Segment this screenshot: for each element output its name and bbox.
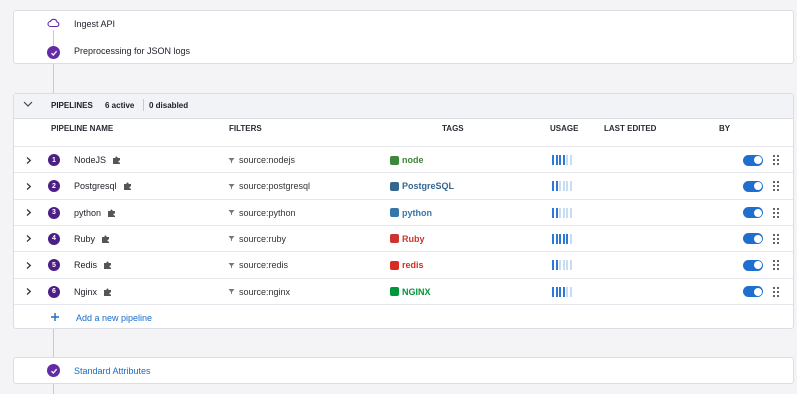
expand-chevron-icon[interactable] (25, 200, 32, 226)
drag-handle-icon[interactable] (773, 207, 779, 218)
filter-icon (228, 147, 235, 173)
pipeline-name[interactable]: Redis (74, 252, 97, 278)
expand-chevron-icon[interactable] (25, 252, 32, 278)
pipeline-filter: source:nginx (239, 286, 291, 297)
check-circle-icon (47, 364, 60, 377)
pipeline-filter: source:redis (239, 260, 289, 271)
table-header: PIPELINE NAME FILTERS TAGS USAGE LAST ED… (14, 124, 793, 138)
expand-chevron-icon[interactable] (25, 279, 32, 305)
integration-puzzle-icon (103, 279, 113, 305)
usage-bars (552, 260, 572, 271)
tag-logo-text: python (402, 207, 432, 218)
disabled-count: 0 disabled (149, 101, 189, 110)
pipeline-number-badge: 3 (48, 206, 60, 219)
col-pipeline-name[interactable]: PIPELINE NAME (51, 124, 113, 133)
pipeline-number-badge: 5 (48, 259, 60, 272)
filter-icon (228, 173, 235, 199)
table-row[interactable]: 5 Redis source:redis redis (14, 251, 793, 278)
drag-handle-icon[interactable] (773, 181, 779, 192)
table-row[interactable]: 3 python source:python python (14, 198, 793, 226)
step-connector-line (53, 384, 54, 394)
tag-logo-image: NGINX (390, 279, 431, 305)
drag-handle-icon[interactable] (773, 260, 779, 271)
integration-puzzle-icon (123, 173, 133, 199)
pipeline-enabled-toggle[interactable] (743, 207, 763, 219)
pipeline-name[interactable]: Ruby (74, 226, 95, 252)
pipeline-filter: source:ruby (239, 233, 287, 244)
tag-logo-image: node (390, 147, 424, 173)
pipelines-title: PIPELINES (51, 101, 93, 110)
pipeline-name[interactable]: python (74, 200, 101, 226)
tag-logo-image: python (390, 200, 432, 226)
filter-icon (228, 252, 235, 278)
tag-logo-text: PostgreSQL (402, 181, 455, 192)
active-count: 6 active (105, 101, 135, 110)
pipeline-filter: source:nodejs (239, 155, 296, 165)
col-usage[interactable]: USAGE (550, 124, 578, 133)
table-row[interactable]: 1 NodeJS source:nodejs node (14, 146, 793, 173)
tag-logo-text: node (402, 155, 424, 165)
usage-bars (552, 207, 572, 218)
col-tags[interactable]: TAGS (442, 124, 464, 133)
expand-chevron-icon[interactable] (25, 147, 32, 173)
pipelines-card: PIPELINES 6 active 0 disabled PIPELINE N… (13, 93, 794, 329)
pipeline-enabled-toggle[interactable] (743, 286, 763, 297)
usage-bars (552, 286, 572, 297)
pipeline-name[interactable]: NodeJS (74, 147, 106, 173)
tag-logo-image: Ruby (390, 226, 425, 252)
step-connector-line (53, 329, 54, 357)
usage-bars (552, 181, 572, 192)
add-pipeline-link[interactable]: Add a new pipeline (76, 313, 152, 323)
pipeline-number-badge: 1 (48, 154, 60, 166)
integration-puzzle-icon (112, 147, 122, 173)
tag-logo-text: Ruby (402, 233, 425, 244)
pipeline-name[interactable]: Postgresql (74, 173, 117, 199)
drag-handle-icon[interactable] (773, 155, 779, 165)
cloud-icon (47, 16, 60, 29)
tag-logo-image: redis (390, 252, 424, 278)
pipeline-number-badge: 6 (48, 285, 60, 298)
expand-chevron-icon[interactable] (25, 173, 32, 199)
table-row[interactable]: 6 Nginx source:nginx NGINX (14, 277, 793, 305)
expand-chevron-icon[interactable] (25, 226, 32, 252)
plus-icon[interactable] (50, 312, 60, 324)
tag-logo-image: PostgreSQL (390, 173, 454, 199)
pipeline-filter: source:postgresql (239, 181, 311, 192)
pipeline-name[interactable]: Nginx (74, 279, 97, 305)
tag-logo-text: redis (402, 260, 424, 271)
pipeline-number-badge: 2 (48, 180, 60, 193)
table-row[interactable]: 2 Postgresql source:postgresql PostgreSQL (14, 172, 793, 199)
usage-bars (552, 233, 572, 244)
filter-icon (228, 279, 235, 305)
pipeline-filter: source:python (239, 207, 296, 218)
col-last-edited[interactable]: LAST EDITED (604, 124, 656, 133)
pipelines-header-bar: PIPELINES 6 active 0 disabled (14, 94, 793, 119)
add-pipeline-row[interactable]: Add a new pipeline (14, 304, 793, 330)
collapse-chevron-icon[interactable] (23, 100, 33, 110)
pipeline-enabled-toggle[interactable] (743, 233, 763, 245)
step-ingest-api[interactable]: Ingest API (74, 19, 115, 29)
pipeline-enabled-toggle[interactable] (743, 154, 763, 166)
col-by[interactable]: BY (719, 124, 730, 133)
tag-logo-text: NGINX (402, 286, 431, 297)
integration-puzzle-icon (103, 252, 113, 278)
pipeline-number-badge: 4 (48, 232, 60, 245)
pipeline-enabled-toggle[interactable] (743, 259, 763, 271)
header-divider (143, 99, 144, 111)
drag-handle-icon[interactable] (773, 233, 779, 244)
filter-icon (228, 226, 235, 252)
drag-handle-icon[interactable] (773, 286, 779, 297)
step-preprocessing-json[interactable]: Preprocessing for JSON logs (74, 46, 190, 56)
col-filters[interactable]: FILTERS (229, 124, 262, 133)
integration-puzzle-icon (107, 200, 117, 226)
standard-attributes-link[interactable]: Standard Attributes (74, 366, 151, 376)
table-row[interactable]: 4 Ruby source:ruby Ruby (14, 224, 793, 252)
check-circle-icon (47, 46, 60, 59)
integration-puzzle-icon (101, 226, 111, 252)
usage-bars (552, 155, 572, 165)
filter-icon (228, 200, 235, 226)
step-connector-line (53, 64, 54, 93)
pipeline-enabled-toggle[interactable] (743, 180, 763, 192)
